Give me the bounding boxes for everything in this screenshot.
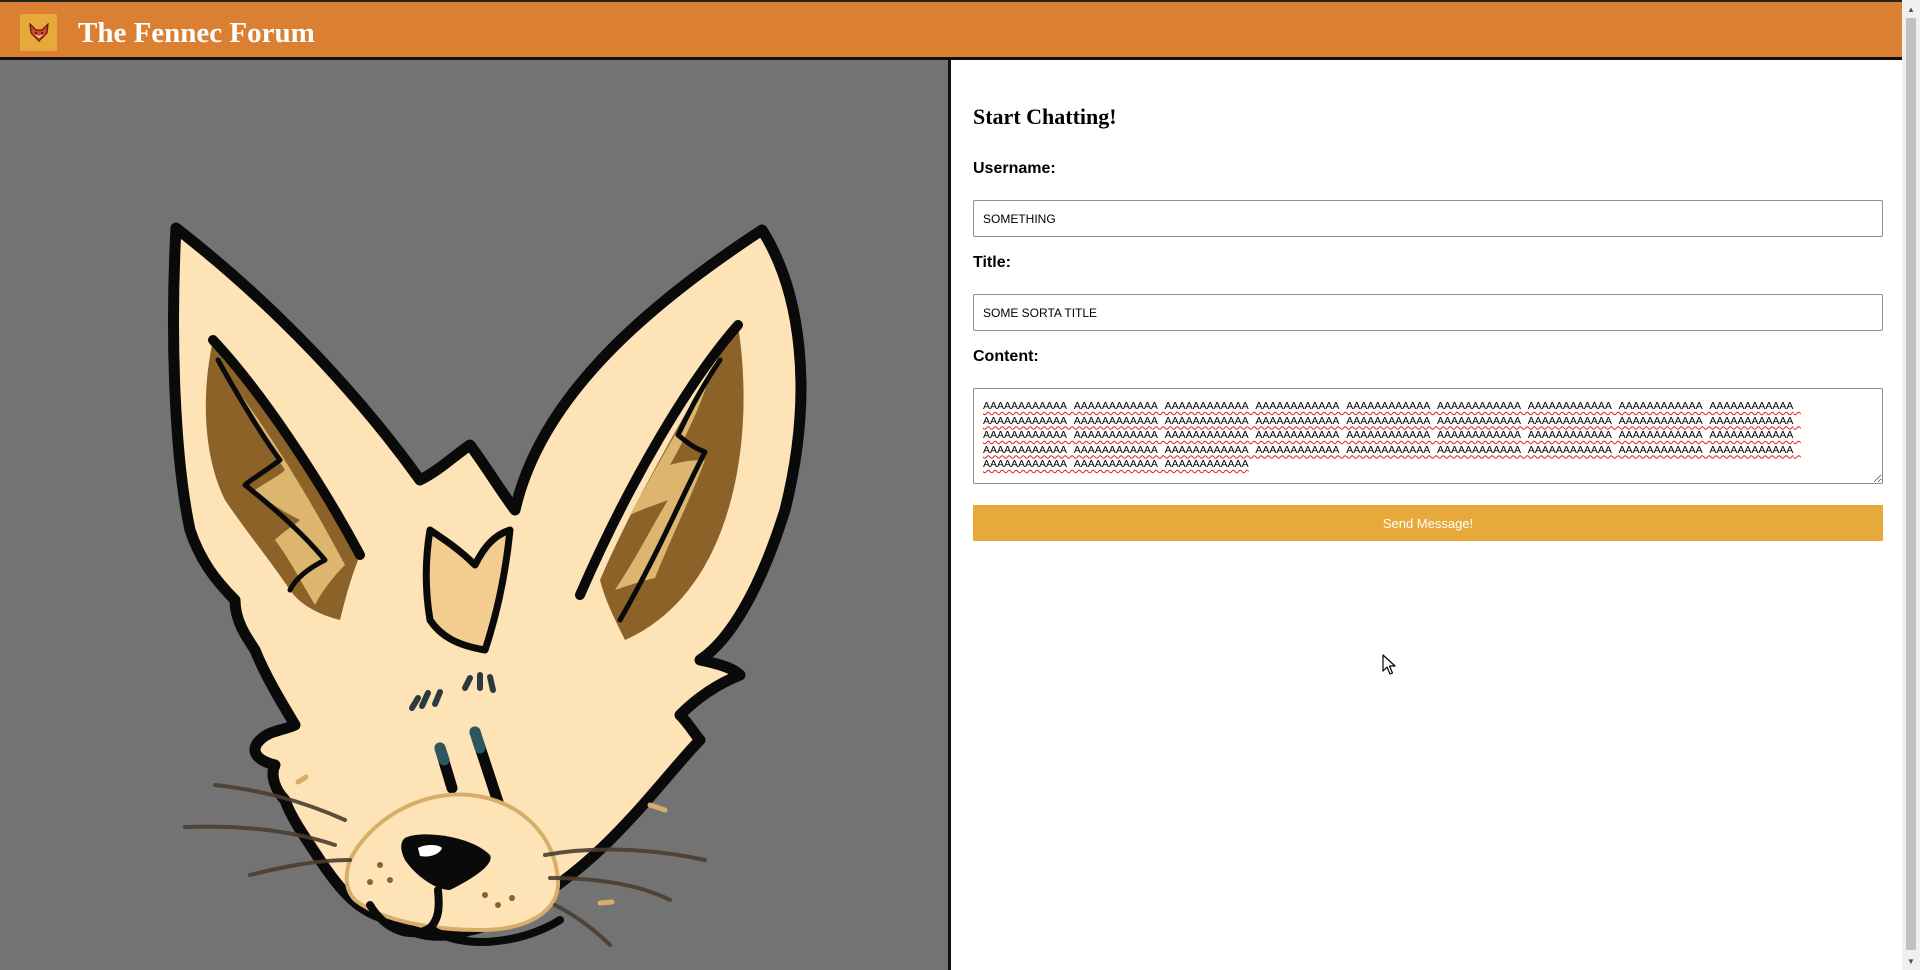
content-label: Content: xyxy=(973,348,1039,365)
username-label: Username: xyxy=(973,160,1056,177)
title-label: Title: xyxy=(973,254,1011,271)
title-input[interactable] xyxy=(973,294,1883,331)
site-title[interactable]: The Fennec Forum xyxy=(78,16,315,50)
fennec-art-panel xyxy=(0,60,951,970)
vertical-scrollbar[interactable]: ▲ ▼ xyxy=(1902,0,1920,970)
page: The Fennec Forum Start Chatting! Usernam… xyxy=(0,0,1902,970)
scroll-down-icon[interactable]: ▼ xyxy=(1902,952,1920,970)
fennec-fox-icon xyxy=(168,222,807,947)
mouse-pointer-icon xyxy=(1382,654,1396,675)
fox-icon[interactable] xyxy=(20,14,57,51)
form-heading: Start Chatting! xyxy=(973,104,1117,129)
scroll-thumb[interactable] xyxy=(1906,18,1916,950)
scroll-up-icon[interactable]: ▲ xyxy=(1902,0,1920,18)
site-header: The Fennec Forum xyxy=(0,0,1902,60)
username-input[interactable] xyxy=(973,200,1883,237)
send-message-button[interactable]: Send Message! xyxy=(973,505,1883,541)
chat-form-panel: Start Chatting! Username: Title: Content… xyxy=(951,60,1902,970)
content-textarea[interactable]: AAAAAAAAAAAA AAAAAAAAAAAA AAAAAAAAAAAA A… xyxy=(973,388,1883,484)
